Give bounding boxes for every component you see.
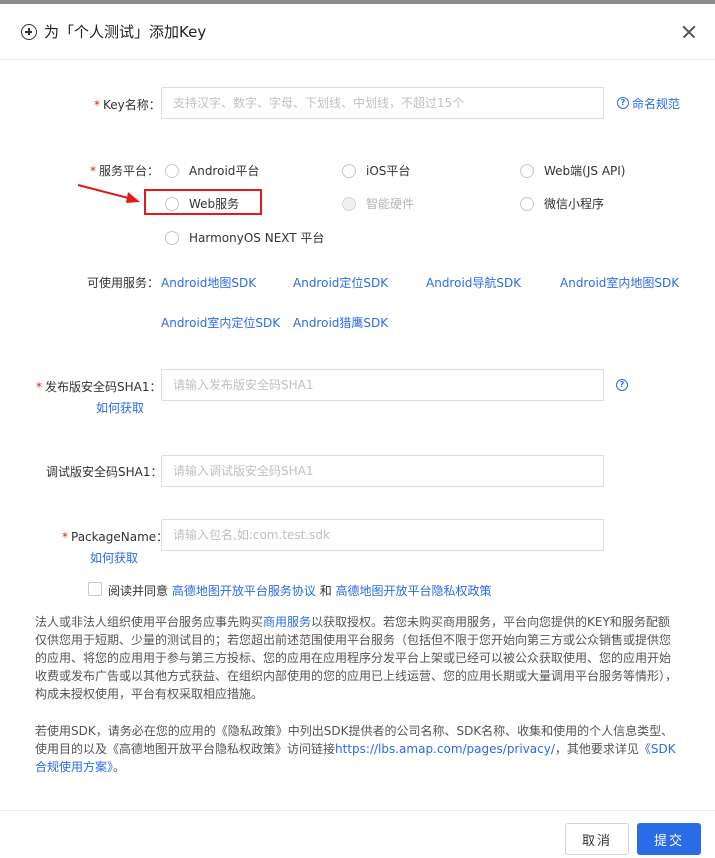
debug-sha1-input[interactable] xyxy=(161,455,604,487)
radio-smart-hardware: 智能硬件 xyxy=(342,195,414,212)
service-link[interactable]: Android导航SDK xyxy=(426,274,521,291)
service-link[interactable]: Android定位SDK xyxy=(293,274,388,291)
radio-web-js-api[interactable]: Web端(JS API) xyxy=(520,162,625,179)
cancel-button[interactable]: 取消 xyxy=(565,823,629,855)
service-link[interactable]: Android室内定位SDK xyxy=(161,314,280,331)
dialog-title: 为「个人测试」添加Key xyxy=(44,23,207,41)
radio-circle xyxy=(342,196,356,211)
service-link[interactable]: Android室内地图SDK xyxy=(560,274,679,291)
radio-circle[interactable] xyxy=(165,196,179,211)
dialog-header: 为「个人测试」添加Key xyxy=(0,4,715,60)
radio-wechat-miniprogram[interactable]: 微信小程序 xyxy=(520,195,604,212)
radio-circle[interactable] xyxy=(342,163,356,178)
annotation-arrow-icon xyxy=(77,184,140,203)
naming-rules-link[interactable]: 命名规范 xyxy=(632,95,680,112)
agreement-checkbox[interactable] xyxy=(88,582,102,596)
authorization-notice: 法人或非法人组织使用平台服务应事先购买商用服务以获取授权。若您未购买商用服务，平… xyxy=(35,615,678,701)
radio-circle[interactable] xyxy=(520,196,534,211)
sdk-privacy-notice: 若使用SDK，请务必在您的应用的《隐私政策》中列出SDK提供者的公司名称、SDK… xyxy=(35,724,676,774)
close-icon[interactable] xyxy=(680,23,698,41)
key-name-input[interactable] xyxy=(161,87,604,119)
help-icon[interactable]: ? xyxy=(617,97,629,109)
radio-circle[interactable] xyxy=(165,163,179,178)
debug-sha1-label: 调试版安全码SHA1： xyxy=(46,465,163,479)
service-link[interactable]: Android猎鹰SDK xyxy=(293,314,388,331)
commercial-service-link[interactable]: 商用服务 xyxy=(263,615,311,629)
add-circle-icon xyxy=(21,24,37,40)
radio-circle[interactable] xyxy=(520,163,534,178)
release-sha1-label: * 发布版安全码SHA1： xyxy=(36,380,162,394)
agreement-text: 阅读并同意 高德地图开放平台服务协议 和 高德地图开放平台隐私权政策 xyxy=(108,584,492,598)
package-name-input[interactable] xyxy=(161,519,604,551)
key-name-label: * Key名称： xyxy=(94,98,161,112)
radio-circle[interactable] xyxy=(165,230,179,245)
services-label: 可使用服务： xyxy=(87,276,160,290)
radio-android[interactable]: Android平台 xyxy=(165,162,259,179)
release-sha1-how-link[interactable]: 如何获取 xyxy=(96,399,144,416)
service-agreement-link[interactable]: 高德地图开放平台服务协议 xyxy=(172,584,316,598)
privacy-policy-link[interactable]: 高德地图开放平台隐私权政策 xyxy=(336,584,492,598)
dialog-footer: 取消 提交 xyxy=(0,810,715,858)
release-sha1-input[interactable] xyxy=(161,369,604,401)
submit-button[interactable]: 提交 xyxy=(637,823,701,855)
radio-web-service[interactable]: Web服务 xyxy=(165,195,239,212)
service-link[interactable]: Android地图SDK xyxy=(161,274,256,291)
radio-ios[interactable]: iOS平台 xyxy=(342,162,410,179)
package-name-label: * PackageName： xyxy=(62,530,169,544)
radio-harmonyos[interactable]: HarmonyOS NEXT 平台 xyxy=(165,229,324,246)
help-icon[interactable]: ? xyxy=(616,379,628,391)
platform-label: * 服务平台： xyxy=(90,164,160,178)
privacy-url-link[interactable]: https://lbs.amap.com/pages/privacy/ xyxy=(335,742,555,756)
package-name-how-link[interactable]: 如何获取 xyxy=(90,549,138,566)
